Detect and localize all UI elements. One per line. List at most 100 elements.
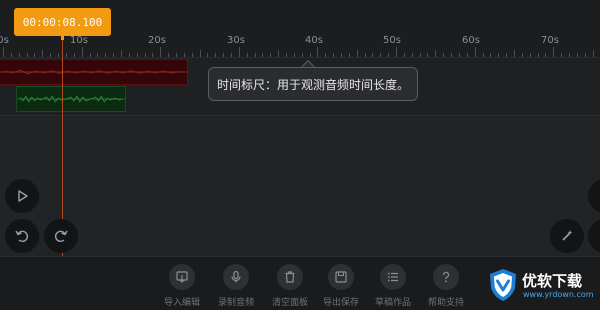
waveform-red <box>0 69 187 75</box>
import-icon <box>169 264 195 290</box>
audio-clip-red[interactable] <box>0 59 188 85</box>
ruler-tick <box>34 53 36 57</box>
ruler-tick <box>238 47 240 57</box>
ruler-tick <box>568 53 570 57</box>
ruler-tick <box>65 53 67 57</box>
toolbar-label: 导入编辑 <box>163 298 200 308</box>
undo-button[interactable] <box>5 219 39 253</box>
ruler-label: 30s <box>227 35 245 46</box>
site-logo: 优软下载 www.yrdown.com <box>488 266 596 306</box>
ruler-tick <box>553 47 555 57</box>
redo-button[interactable] <box>44 219 78 253</box>
ruler-tick <box>403 53 405 57</box>
ruler-tick <box>537 53 539 57</box>
ruler-tick <box>388 53 390 57</box>
clear-panel-button[interactable]: 清空面板 <box>262 264 318 308</box>
ruler-tick <box>396 47 397 57</box>
ruler-tick <box>435 50 437 57</box>
ruler-tick <box>474 47 476 57</box>
ruler-tick <box>120 50 122 57</box>
ruler-tick <box>18 53 20 57</box>
ruler-tick <box>545 53 547 57</box>
ruler-tick <box>293 53 295 57</box>
ruler-tick <box>419 53 421 57</box>
toolbar-label: 草稿作品 <box>374 298 411 308</box>
play-icon <box>18 190 28 202</box>
ruler-label: 20s <box>148 35 166 46</box>
play-button[interactable] <box>5 179 39 213</box>
record-audio-button[interactable]: 录制音频 <box>208 264 264 308</box>
ruler-tick <box>50 53 52 57</box>
ruler-tick <box>498 53 500 57</box>
ruler-tick <box>42 50 44 57</box>
ruler-label: 0s <box>0 35 9 46</box>
ruler-tick <box>521 53 523 57</box>
toolbar-label: 导出保存 <box>322 298 359 308</box>
drafts-button[interactable]: 草稿作品 <box>365 264 421 308</box>
ruler-tick <box>207 53 209 57</box>
ruler-tick <box>286 53 287 57</box>
ruler-tick <box>144 53 146 57</box>
ruler-tick <box>199 50 201 57</box>
ruler-tick <box>168 53 170 57</box>
toolbar-label: 帮助支持 <box>427 298 464 308</box>
ruler-tick <box>576 53 578 57</box>
ruler-tick <box>466 53 468 57</box>
empty-workspace <box>0 116 600 256</box>
ruler-tick <box>136 53 138 57</box>
ruler-tick <box>356 50 358 57</box>
list-icon <box>380 264 406 290</box>
ruler-label: 70s <box>541 35 559 46</box>
ruler-tick <box>411 53 413 57</box>
magic-wand-icon <box>562 230 573 241</box>
ruler-tick <box>105 53 107 57</box>
export-save-button[interactable]: 导出保存 <box>313 264 369 308</box>
import-edit-button[interactable]: 导入编辑 <box>154 264 210 308</box>
ruler-tick <box>317 47 319 57</box>
ruler-tick <box>513 50 515 57</box>
ruler-tick <box>506 53 507 57</box>
timecode-badge[interactable]: 00:00:08.100 <box>14 8 111 36</box>
ruler-label: 50s <box>383 35 401 46</box>
save-icon <box>328 264 354 290</box>
ruler-tick <box>333 53 335 57</box>
ruler-tick <box>160 47 162 57</box>
ruler-tick <box>451 53 452 57</box>
ruler-tick <box>230 53 232 57</box>
waveform-green <box>17 95 125 103</box>
question-icon <box>433 264 459 290</box>
ruler-label: 40s <box>305 35 323 46</box>
ruler-tick <box>380 53 382 57</box>
ruler-tick <box>348 53 350 57</box>
playhead-marker <box>61 36 64 40</box>
ruler-tick <box>254 53 256 57</box>
undo-icon <box>15 230 29 243</box>
ruler-tick <box>183 53 185 57</box>
ruler-tick <box>3 47 4 57</box>
ruler-tick <box>529 53 531 57</box>
toolbar-label: 录制音频 <box>217 298 254 308</box>
ruler-tooltip: 时间标尺：用于观测音频时间长度。 <box>208 67 418 101</box>
redo-icon <box>54 230 68 243</box>
ruler-tick <box>325 53 327 57</box>
ruler-tick <box>309 53 311 57</box>
ruler-label: 10s <box>70 35 88 46</box>
ruler-tick <box>10 53 12 57</box>
ruler-tick <box>372 53 374 57</box>
ruler-label: 60s <box>462 35 480 46</box>
ruler-tick <box>26 53 28 57</box>
ruler-tick <box>592 50 594 57</box>
ruler-tick <box>482 53 484 57</box>
ruler-tick <box>443 53 445 57</box>
ruler-tick <box>458 53 460 57</box>
audio-clip-green[interactable] <box>16 86 126 112</box>
help-support-button[interactable]: 帮助支持 <box>418 264 474 308</box>
trash-icon <box>277 264 303 290</box>
ruler-tick <box>89 53 91 57</box>
ruler-tick <box>301 53 303 57</box>
ruler-tick <box>278 50 280 57</box>
magic-wand-button[interactable] <box>550 219 584 253</box>
ruler-tick <box>152 53 154 57</box>
ruler-tick <box>113 53 114 57</box>
ruler-tick <box>81 47 83 57</box>
